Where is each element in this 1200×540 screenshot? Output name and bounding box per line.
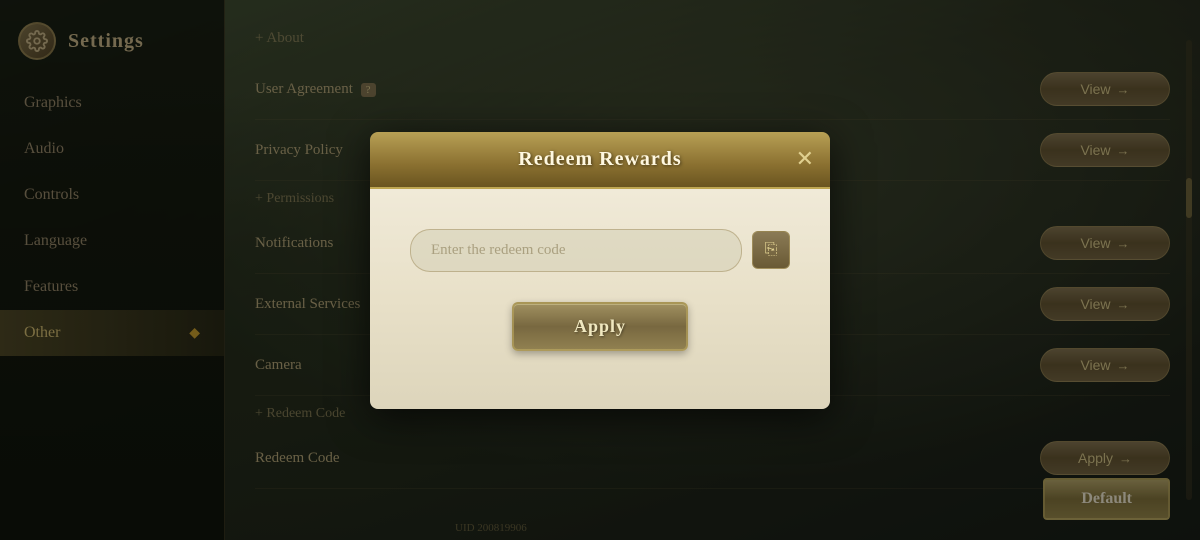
modal-close-button[interactable]: ✕ <box>796 148 814 170</box>
paste-icon: ⎘ <box>765 241 778 259</box>
redeem-input-wrap: ⎘ <box>410 229 790 272</box>
modal-title: Redeem Rewards <box>518 148 681 170</box>
modal-header: Redeem Rewards ✕ <box>370 132 830 189</box>
redeem-modal: Redeem Rewards ✕ ⎘ Apply <box>370 132 830 409</box>
modal-body: ⎘ Apply <box>370 189 830 409</box>
redeem-code-input[interactable] <box>410 229 742 272</box>
paste-button[interactable]: ⎘ <box>752 231 790 269</box>
modal-apply-button[interactable]: Apply <box>512 302 688 351</box>
modal-overlay[interactable]: Redeem Rewards ✕ ⎘ Apply <box>0 0 1200 540</box>
